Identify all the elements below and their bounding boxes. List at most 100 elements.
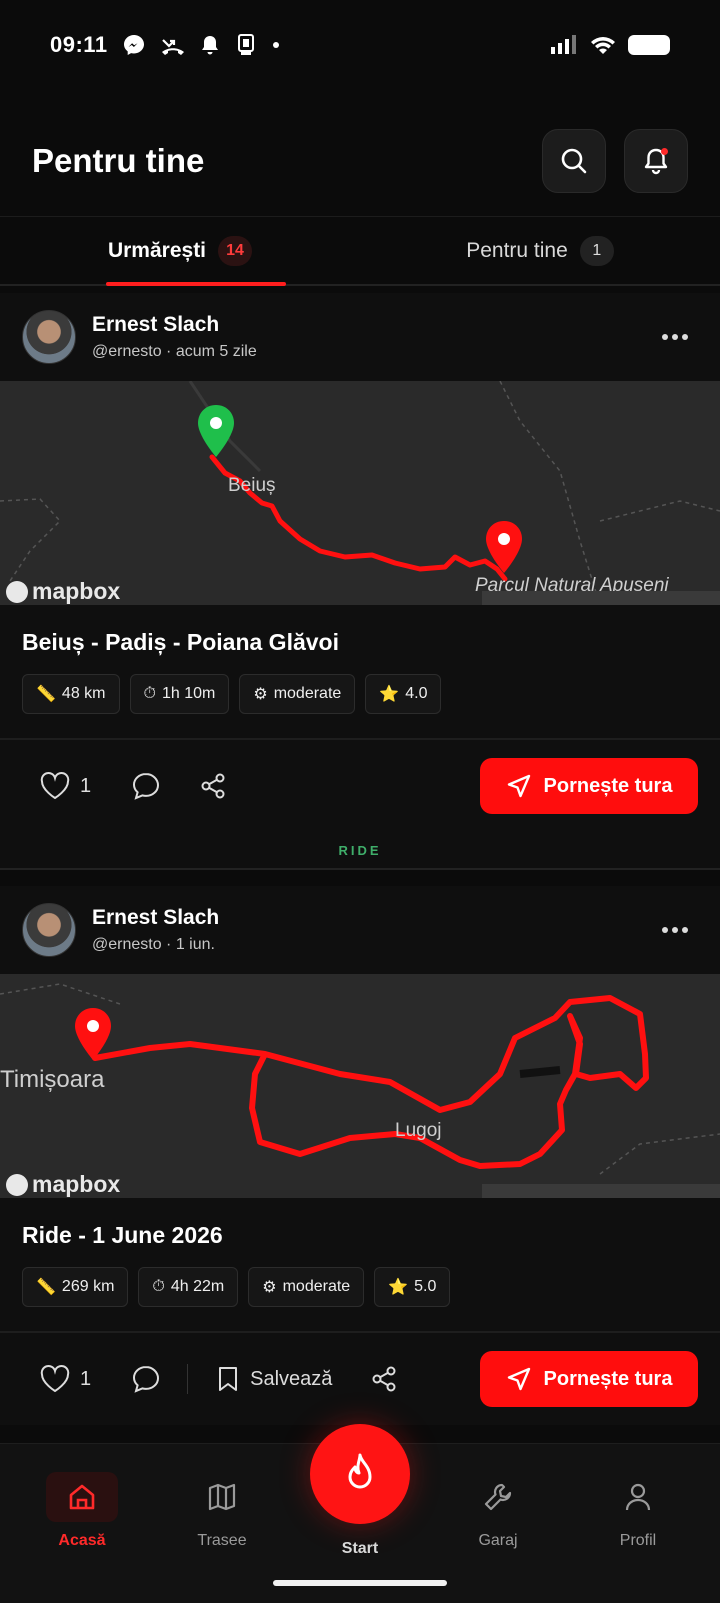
route-map[interactable]: Timișoara Lugoj mapbox bbox=[0, 974, 720, 1198]
bottom-navigation: Acasă Trasee Start Garaj Profil bbox=[0, 1424, 720, 1603]
heart-icon bbox=[40, 1365, 70, 1393]
share-icon bbox=[372, 1366, 396, 1392]
start-ride-button[interactable]: Pornește tura bbox=[480, 758, 698, 814]
post-author-row: Ernest Slach @ernesto · acum 5 zile bbox=[0, 293, 720, 381]
status-bar: 09:11 bbox=[0, 0, 720, 90]
share-button[interactable] bbox=[370, 1365, 398, 1393]
mapbox-logo: mapbox bbox=[6, 578, 120, 605]
start-pin-icon bbox=[75, 1008, 111, 1060]
save-button[interactable]: Salvează bbox=[216, 1365, 332, 1393]
nav-routes[interactable]: Trasee bbox=[172, 1472, 272, 1550]
home-icon bbox=[69, 1484, 95, 1510]
author-meta: @ernesto · acum 5 zile bbox=[92, 343, 257, 360]
start-ride-button[interactable]: Pornește tura bbox=[480, 1351, 698, 1407]
feed-post: Ernest Slach @ernesto · 1 iun. Timișoara… bbox=[0, 886, 720, 1425]
bell-status-icon bbox=[201, 36, 218, 55]
timer-icon: ⏱ bbox=[152, 1278, 165, 1295]
like-button[interactable]: 1 bbox=[40, 772, 91, 800]
notifications-button[interactable] bbox=[624, 129, 688, 193]
bookmark-icon bbox=[219, 1367, 238, 1391]
tab-badge: 1 bbox=[579, 235, 614, 266]
tab-for-you[interactable]: Pentru tine 1 bbox=[360, 217, 720, 284]
post-actions: 1 Pornește tura bbox=[0, 740, 720, 832]
tab-following[interactable]: Urmărești 14 bbox=[0, 217, 360, 286]
like-count: 1 bbox=[80, 774, 92, 797]
author-info: Ernest Slach @ernesto · acum 5 zile bbox=[92, 313, 257, 361]
comment-icon bbox=[133, 1365, 160, 1393]
more-options-button[interactable] bbox=[652, 917, 698, 943]
duration-chip: ⏱ 1h 10m bbox=[129, 674, 230, 714]
avatar[interactable] bbox=[22, 310, 76, 364]
difficulty-chip: ⚙ moderate bbox=[239, 674, 356, 714]
comment-button[interactable] bbox=[131, 771, 161, 801]
gear-icon: ⚙ bbox=[262, 1279, 277, 1296]
route-map[interactable]: Beiuș Parcul Natural Apuseni mapbox bbox=[0, 381, 720, 605]
share-icon bbox=[201, 773, 225, 799]
user-icon bbox=[625, 1483, 651, 1511]
route-title[interactable]: Beiuș - Padiș - Poiana Glăvoi bbox=[0, 605, 720, 656]
navigation-arrow-icon bbox=[507, 1367, 530, 1391]
start-fab-button[interactable] bbox=[310, 1424, 410, 1524]
difficulty-chip: ⚙ moderate bbox=[248, 1267, 365, 1307]
nav-label: Profil bbox=[619, 1532, 657, 1549]
timer-icon: ⏱ bbox=[143, 685, 156, 702]
nav-label-start: Start bbox=[341, 1540, 379, 1557]
ruler-icon: 📏 bbox=[36, 686, 56, 703]
route-title[interactable]: Ride - 1 June 2026 bbox=[0, 1198, 720, 1249]
mapbox-logo: mapbox bbox=[6, 1171, 120, 1198]
header-actions bbox=[542, 129, 688, 193]
ruler-icon: 📏 bbox=[36, 1279, 56, 1296]
wrench-icon bbox=[484, 1483, 512, 1511]
header: Pentru tine bbox=[0, 122, 720, 200]
post-separator bbox=[0, 868, 720, 884]
status-time: 09:11 bbox=[50, 32, 108, 57]
search-button[interactable] bbox=[542, 129, 606, 193]
nav-home[interactable]: Acasă bbox=[32, 1472, 132, 1550]
dot-icon bbox=[272, 42, 279, 48]
map-attribution[interactable] bbox=[482, 591, 720, 605]
rating-chip: ⭐ 4.0 bbox=[365, 674, 442, 714]
action-separator bbox=[187, 1364, 189, 1394]
distance-chip: 📏 269 km bbox=[22, 1267, 129, 1307]
navigation-arrow-icon bbox=[507, 774, 530, 798]
duration-chip: ⏱ 4h 22m bbox=[138, 1267, 239, 1307]
start-ride-label: Pornește tura bbox=[543, 1367, 673, 1390]
map-place-label: Timișoara bbox=[0, 1066, 105, 1093]
feed-post: Ernest Slach @ernesto · acum 5 zile Beiu… bbox=[0, 293, 720, 868]
map-attribution[interactable] bbox=[482, 1184, 720, 1198]
author-info: Ernest Slach @ernesto · 1 iun. bbox=[92, 906, 219, 954]
search-icon bbox=[561, 148, 587, 174]
author-meta: @ernesto · 1 iun. bbox=[92, 936, 215, 953]
start-ride-label: Pornește tura bbox=[543, 774, 673, 797]
comment-icon bbox=[133, 772, 160, 800]
ride-tag: RIDE bbox=[338, 842, 382, 858]
star-icon: ⭐ bbox=[379, 686, 400, 703]
nav-label: Garaj bbox=[478, 1532, 518, 1549]
end-pin-icon bbox=[486, 521, 522, 573]
save-label: Salvează bbox=[250, 1367, 333, 1390]
gear-icon: ⚙ bbox=[253, 686, 268, 703]
heart-icon bbox=[40, 772, 70, 800]
tab-badge: 14 bbox=[218, 235, 253, 266]
post-actions: 1 Salvează Pornește tura bbox=[0, 1333, 720, 1425]
home-indicator[interactable] bbox=[273, 1580, 447, 1586]
messenger-icon bbox=[123, 35, 144, 55]
missed-call-icon bbox=[161, 39, 184, 55]
notification-dot bbox=[661, 148, 668, 155]
signal-icon bbox=[551, 35, 576, 54]
like-button[interactable]: 1 bbox=[40, 1365, 91, 1393]
more-options-button[interactable] bbox=[652, 324, 698, 350]
distance-chip: 📏 48 km bbox=[22, 674, 120, 714]
map-place-label: Lugoj bbox=[395, 1120, 442, 1141]
nav-garage[interactable]: Garaj bbox=[448, 1472, 548, 1550]
share-button[interactable] bbox=[199, 772, 227, 800]
map-icon bbox=[208, 1483, 236, 1511]
author-name[interactable]: Ernest Slach bbox=[92, 313, 257, 337]
rating-chip: ⭐ 5.0 bbox=[374, 1267, 451, 1307]
nav-profile[interactable]: Profil bbox=[588, 1472, 688, 1550]
comment-button[interactable] bbox=[131, 1364, 161, 1394]
tab-active-indicator bbox=[106, 282, 286, 286]
author-name[interactable]: Ernest Slach bbox=[92, 906, 219, 930]
avatar[interactable] bbox=[22, 903, 76, 957]
post-author-row: Ernest Slach @ernesto · 1 iun. bbox=[0, 886, 720, 974]
